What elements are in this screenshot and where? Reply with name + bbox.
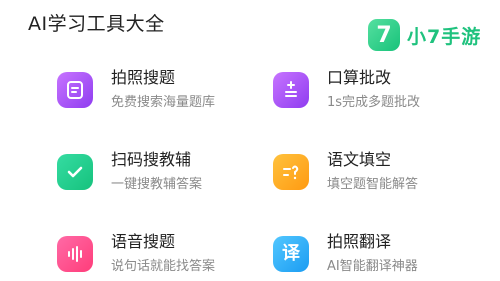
tool-desc: 说句话就能找答案 (111, 259, 216, 274)
tool-name: 语文填空 (327, 150, 392, 169)
voice-wave-icon (57, 236, 93, 272)
watermark-badge: 7 (368, 19, 400, 51)
tool-desc: 免费搜索海量题库 (111, 95, 216, 110)
tool-name: 扫码搜教辅 (111, 150, 192, 169)
tool-scan-guide[interactable]: 扫码搜教辅 一键搜教辅答案 (57, 150, 202, 194)
tool-mental-math-check[interactable]: 口算批改 1s完成多题批改 (273, 68, 420, 112)
tool-name: 拍照翻译 (327, 232, 392, 251)
translate-icon: 译 (273, 236, 309, 272)
watermark-text: 小7手游 (407, 25, 482, 48)
watermark-logo: 7 小7手游 (368, 19, 481, 51)
tool-name: 语音搜题 (111, 232, 176, 251)
tool-desc: 1s完成多题批改 (327, 95, 421, 110)
tool-name: 口算批改 (327, 68, 392, 87)
fill-blank-icon (273, 154, 309, 190)
tool-photo-translate[interactable]: 译 拍照翻译 AI智能翻译神器 (273, 232, 418, 276)
page-title: AI学习工具大全 (28, 13, 165, 35)
document-icon (57, 72, 93, 108)
tool-photo-search[interactable]: 拍照搜题 免费搜索海量题库 (57, 68, 215, 112)
translate-glyph: 译 (282, 243, 300, 264)
calculator-icon (273, 72, 309, 108)
tool-desc: 填空题智能解答 (327, 177, 419, 192)
tool-name: 拍照搜题 (111, 68, 176, 87)
tool-voice-search[interactable]: 语音搜题 说句话就能找答案 (57, 232, 215, 276)
tool-desc: AI智能翻译神器 (327, 259, 418, 274)
tool-chinese-fill-blank[interactable]: 语文填空 填空题智能解答 (273, 150, 418, 194)
tool-desc: 一键搜教辅答案 (111, 177, 203, 192)
checkmark-icon (57, 154, 93, 190)
